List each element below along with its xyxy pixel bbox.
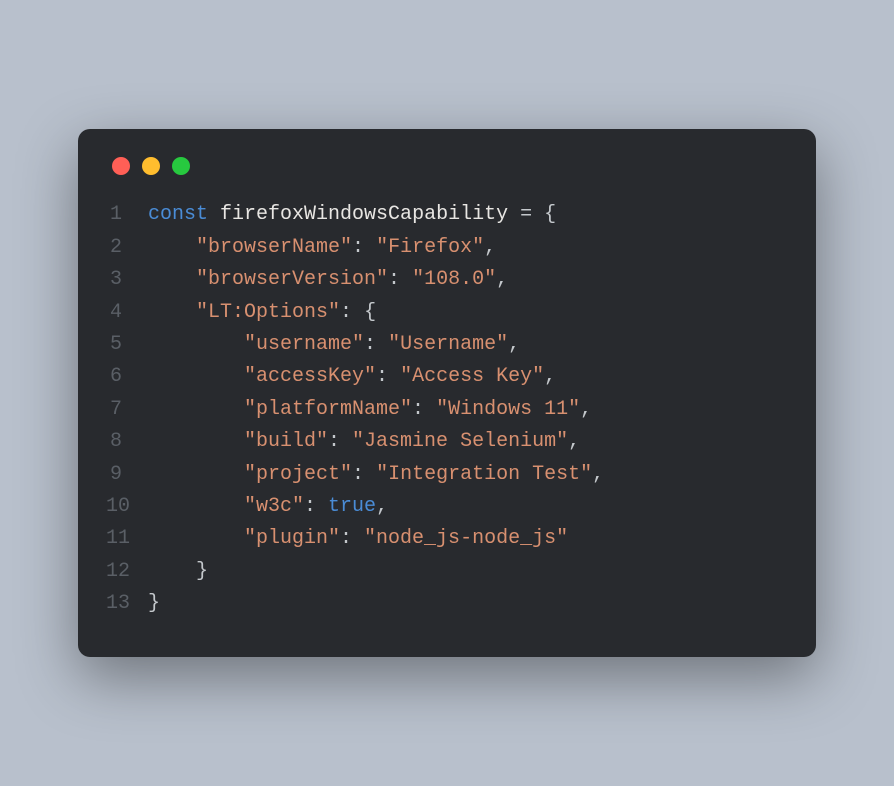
line-number: 1 [106,199,148,231]
code-line: 9 "project": "Integration Test", [106,459,788,491]
line-number: 3 [106,264,148,296]
code-line: 10 "w3c": true, [106,491,788,523]
line-number: 4 [106,297,148,329]
code-window: 1 const firefoxWindowsCapability = { 2 "… [78,129,816,656]
code-line: 1 const firefoxWindowsCapability = { [106,199,788,231]
code-line: 4 "LT:Options": { [106,297,788,329]
line-number: 11 [106,523,148,555]
code-content: "w3c": true, [148,491,388,523]
line-number: 7 [106,394,148,426]
close-icon[interactable] [112,157,130,175]
line-number: 8 [106,426,148,458]
code-line: 11 "plugin": "node_js-node_js" [106,523,788,555]
line-number: 13 [106,588,148,620]
line-number: 12 [106,556,148,588]
code-line: 5 "username": "Username", [106,329,788,361]
code-content: "plugin": "node_js-node_js" [148,523,568,555]
line-number: 9 [106,459,148,491]
code-line: 3 "browserVersion": "108.0", [106,264,788,296]
code-line: 8 "build": "Jasmine Selenium", [106,426,788,458]
code-editor[interactable]: 1 const firefoxWindowsCapability = { 2 "… [106,199,788,620]
window-titlebar [106,157,788,175]
code-content: "browserVersion": "108.0", [148,264,508,296]
code-line: 6 "accessKey": "Access Key", [106,361,788,393]
code-content: "project": "Integration Test", [148,459,604,491]
line-number: 6 [106,361,148,393]
line-number: 10 [106,491,148,523]
code-line: 2 "browserName": "Firefox", [106,232,788,264]
code-content: "browserName": "Firefox", [148,232,496,264]
code-line: 12 } [106,556,788,588]
code-content: "LT:Options": { [148,297,376,329]
code-content: "build": "Jasmine Selenium", [148,426,580,458]
zoom-icon[interactable] [172,157,190,175]
code-content: const firefoxWindowsCapability = { [148,199,556,231]
line-number: 2 [106,232,148,264]
code-line: 13 } [106,588,788,620]
line-number: 5 [106,329,148,361]
code-content: "username": "Username", [148,329,520,361]
code-content: "accessKey": "Access Key", [148,361,556,393]
code-line: 7 "platformName": "Windows 11", [106,394,788,426]
code-content: } [148,588,160,620]
code-content: "platformName": "Windows 11", [148,394,592,426]
minimize-icon[interactable] [142,157,160,175]
code-content: } [148,556,208,588]
